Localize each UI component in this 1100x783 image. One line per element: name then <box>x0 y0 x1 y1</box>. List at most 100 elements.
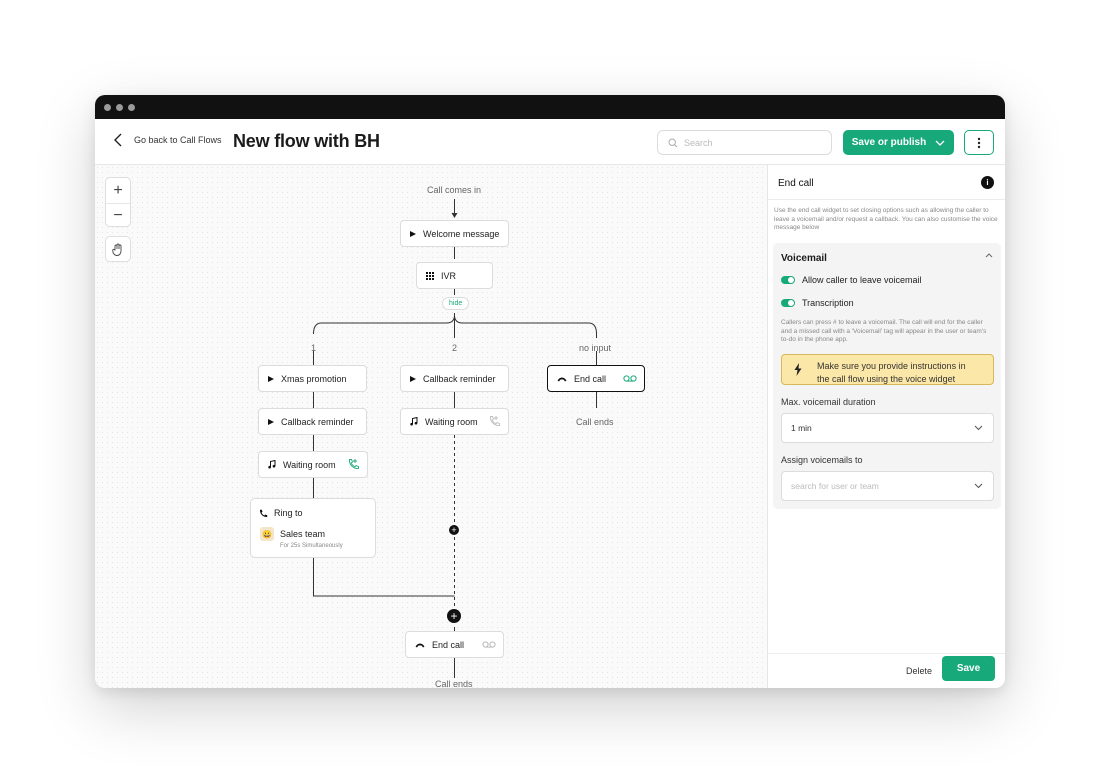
chevron-left-icon <box>114 133 122 147</box>
allow-voicemail-row: Allow caller to leave voicemail <box>781 275 922 285</box>
duration-label: Max. voicemail duration <box>781 397 876 407</box>
chevron-down-icon <box>974 483 983 489</box>
back-link-label: Go back to Call Flows <box>134 135 222 145</box>
more-options-button[interactable] <box>964 130 994 155</box>
branch-label-1: 1 <box>311 343 317 353</box>
callback-reminder-node[interactable]: Callback reminder <box>258 408 367 435</box>
transcription-toggle[interactable] <box>781 299 795 307</box>
hang-up-icon <box>415 643 425 647</box>
kebab-menu-icon <box>977 137 981 148</box>
zoom-controls: + − <box>105 177 131 227</box>
node-label: End call <box>574 373 607 384</box>
search-box[interactable] <box>657 130 832 155</box>
transcription-row: Transcription <box>781 298 854 308</box>
panel-header: End call i <box>768 165 1005 200</box>
welcome-message-node[interactable]: Welcome message <box>400 220 509 247</box>
node-label: Waiting room <box>425 416 478 427</box>
save-or-publish-button[interactable]: Save or publish <box>843 130 954 155</box>
end-call-node[interactable]: End call <box>405 631 504 658</box>
node-label: Waiting room <box>283 459 336 470</box>
panel-footer: Delete Save <box>768 653 1005 688</box>
keypad-icon <box>426 271 434 280</box>
callback-phone-icon <box>490 416 500 426</box>
allow-voicemail-toggle[interactable] <box>781 276 795 284</box>
panel-description: Use the end call widget to set closing o… <box>774 207 998 231</box>
branch-label-no-input: no input <box>579 343 612 353</box>
lightning-icon <box>794 363 802 376</box>
call-ends-label: Call ends <box>576 417 614 427</box>
start-label: Call comes in <box>427 185 482 195</box>
node-label: Callback reminder <box>281 416 354 427</box>
app-window: Go back to Call Flows New flow with BH S… <box>95 95 1005 688</box>
node-label: Welcome message <box>423 228 500 239</box>
ring-to-title: Ring to <box>274 508 303 518</box>
add-step-button[interactable]: + <box>449 525 459 535</box>
voicemail-note: Callers can press # to leave a voicemail… <box>781 319 987 343</box>
flow-canvas[interactable]: + − Call comes in Welcome message IVR hi… <box>95 165 767 688</box>
node-label: Xmas promotion <box>281 373 347 384</box>
window-dot-maximize[interactable] <box>128 104 135 111</box>
assign-voicemails-select[interactable]: search for user or team <box>781 471 994 501</box>
warning-banner: Make sure you provide instructions in th… <box>781 354 994 385</box>
voicemail-title: Voicemail <box>781 253 827 264</box>
chevron-up-icon[interactable] <box>985 253 993 258</box>
zoom-in-button[interactable]: + <box>106 178 130 203</box>
warning-line-1: Make sure you provide instructions in <box>817 361 966 371</box>
zoom-out-button[interactable]: − <box>106 203 130 228</box>
call-ends-label: Call ends <box>435 679 473 688</box>
chevron-down-icon <box>974 425 983 431</box>
end-call-node-selected[interactable]: End call <box>547 365 645 392</box>
transcription-label: Transcription <box>802 298 854 308</box>
hide-branches-toggle[interactable]: hide <box>442 297 470 310</box>
ring-strategy: For 25s Simultaneously <box>280 543 343 549</box>
duration-select[interactable]: 1 min <box>781 413 994 443</box>
properties-panel: End call i Use the end call widget to se… <box>767 165 1005 688</box>
play-icon <box>410 230 416 237</box>
chevron-down-icon <box>935 140 945 146</box>
callback-reminder-node[interactable]: Callback reminder <box>400 365 509 392</box>
team-avatar: 😀 <box>260 527 274 541</box>
delete-button[interactable]: Delete <box>906 666 932 676</box>
window-dot-minimize[interactable] <box>116 104 123 111</box>
phone-icon <box>259 509 268 517</box>
warning-line-2: the call flow using the voice widget <box>817 373 956 384</box>
waiting-room-node[interactable]: Waiting room <box>400 408 509 435</box>
ring-team-name: Sales team <box>280 529 326 539</box>
ivr-node[interactable]: IVR <box>416 262 493 289</box>
node-label: IVR <box>441 270 457 281</box>
pan-tool-button[interactable] <box>105 236 131 262</box>
hang-up-icon <box>557 377 567 381</box>
hand-icon <box>112 243 122 256</box>
assign-placeholder: search for user or team <box>791 481 879 491</box>
play-icon <box>268 375 274 382</box>
music-note-icon <box>410 417 418 426</box>
node-label: Callback reminder <box>423 373 496 384</box>
ring-to-header: Ring to <box>259 508 303 518</box>
xmas-promotion-node[interactable]: Xmas promotion <box>258 365 367 392</box>
search-icon <box>668 137 678 147</box>
waiting-room-node[interactable]: Waiting room <box>258 451 368 478</box>
ring-to-node[interactable]: Ring to 😀 Sales team For 25s Simultaneou… <box>250 498 376 558</box>
add-step-button[interactable]: + <box>447 609 461 623</box>
callback-phone-icon <box>349 459 359 469</box>
panel-title: End call <box>778 178 814 189</box>
node-label: End call <box>432 639 465 650</box>
duration-value: 1 min <box>791 423 812 433</box>
back-link[interactable]: Go back to Call Flows <box>113 133 222 147</box>
voicemail-section: Voicemail Allow caller to leave voicemai… <box>773 243 1001 509</box>
page-header: Go back to Call Flows New flow with BH S… <box>95 119 1005 165</box>
info-icon[interactable]: i <box>981 176 994 189</box>
save-or-publish-label: Save or publish <box>851 137 927 148</box>
voicemail-icon <box>482 641 496 648</box>
window-dot-close[interactable] <box>104 104 111 111</box>
window-titlebar <box>95 95 1005 119</box>
music-note-icon <box>268 460 276 469</box>
allow-voicemail-label: Allow caller to leave voicemail <box>802 275 922 285</box>
assign-label: Assign voicemails to <box>781 455 863 465</box>
search-input[interactable] <box>684 137 814 148</box>
branch-label-2: 2 <box>452 343 458 353</box>
play-icon <box>410 375 416 382</box>
save-button[interactable]: Save <box>942 656 995 681</box>
voicemail-icon <box>623 375 637 382</box>
play-icon <box>268 418 274 425</box>
